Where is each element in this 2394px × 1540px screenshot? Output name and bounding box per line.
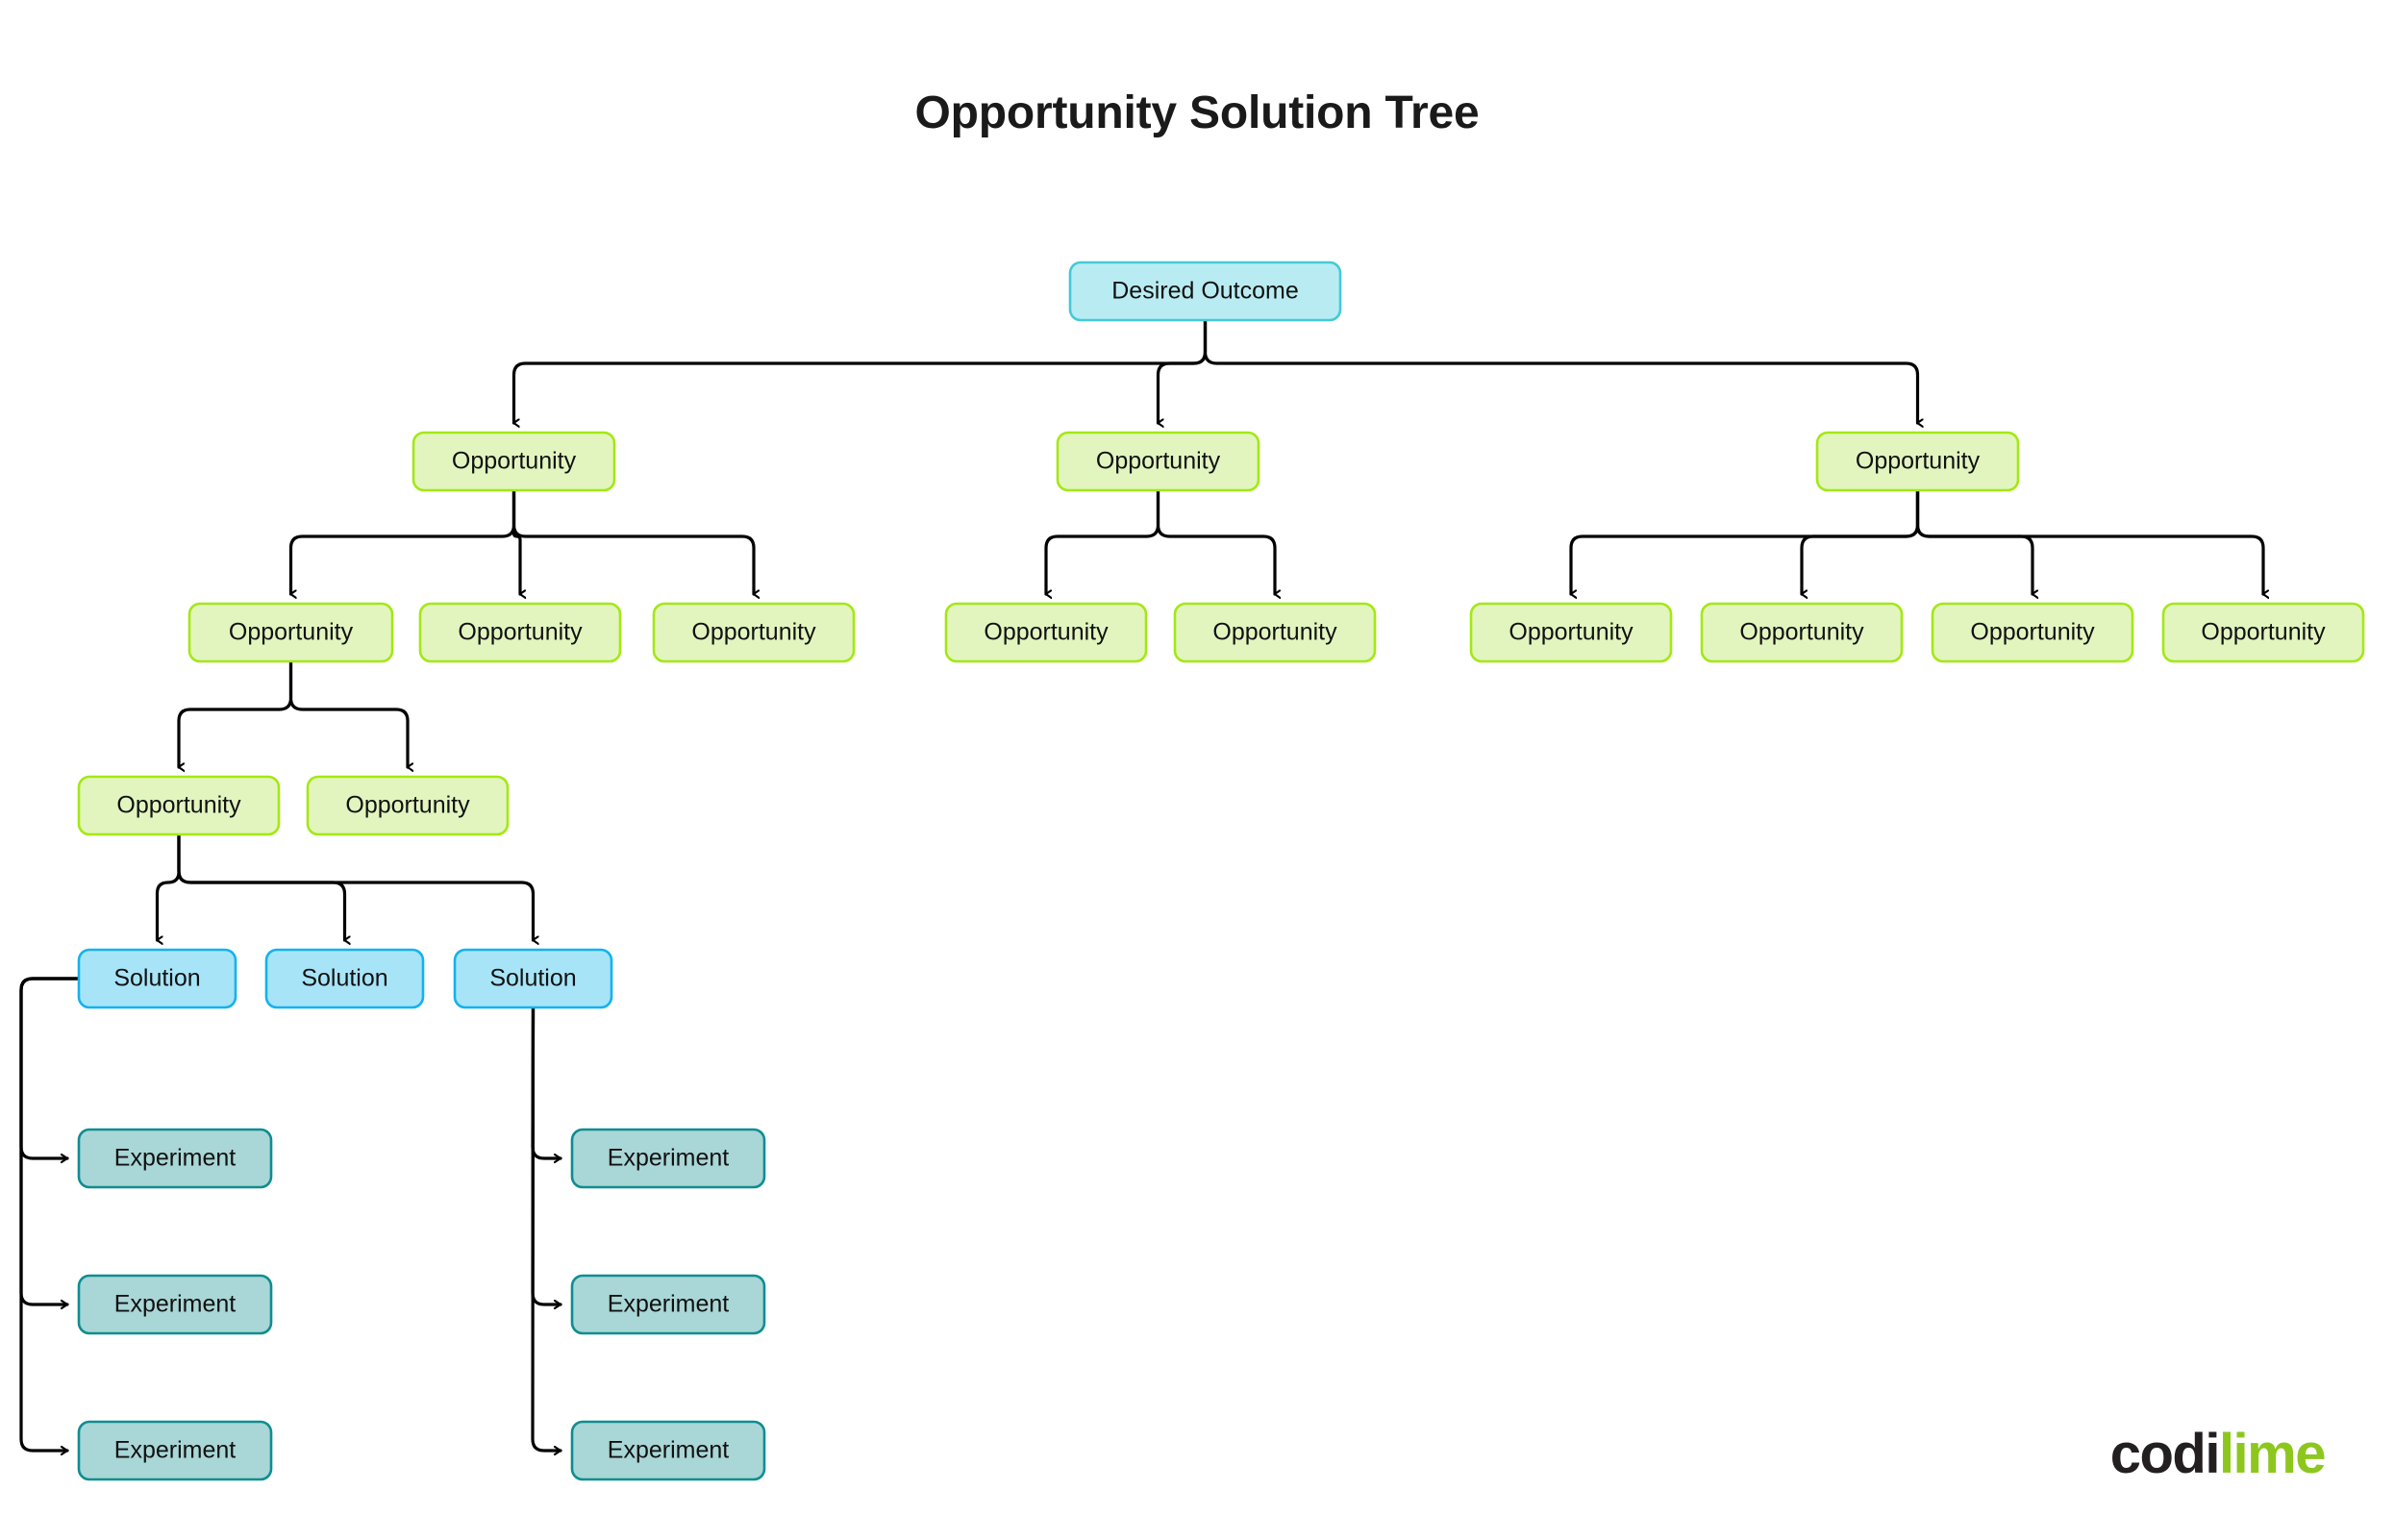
- connector-sol1-to-ex3: [19, 977, 81, 1451]
- connector-op2-to-op2b: [1156, 488, 1276, 594]
- node-solution-sol2[interactable]: Solution: [264, 948, 425, 1009]
- node-experiment-ex4[interactable]: Experiment: [570, 1128, 766, 1189]
- node-solution-sol1[interactable]: Solution: [77, 948, 237, 1009]
- connector-op1-to-op1a: [288, 488, 516, 594]
- node-label: Solution: [113, 965, 200, 992]
- node-outcome-outcome[interactable]: Desired Outcome: [1068, 261, 1342, 322]
- connector-op1a1-to-sol1: [155, 832, 181, 940]
- node-experiment-ex2[interactable]: Experiment: [77, 1274, 273, 1335]
- connector-sol3-to-ex6: [531, 1006, 562, 1451]
- node-opportunity-op2a[interactable]: Opportunity: [944, 602, 1148, 663]
- node-label: Opportunity: [116, 792, 241, 819]
- connector-op3-to-op3b: [1800, 488, 1920, 594]
- connector-op1a1-to-sol3: [177, 832, 534, 940]
- connector-outcome-to-op2: [1156, 318, 1208, 423]
- node-label: Opportunity: [1739, 619, 1864, 646]
- logo-text-lime: lime: [2218, 1423, 2327, 1485]
- connector-op3-to-op3d: [1915, 488, 2264, 594]
- logo-text-codi: codi: [2109, 1423, 2221, 1485]
- node-label: Solution: [301, 965, 387, 992]
- connector-op1a-to-op1a2: [288, 659, 409, 767]
- connector-op1a-to-op1a1: [177, 659, 293, 767]
- node-label: Opportunity: [229, 619, 354, 646]
- connector-sol1-to-ex1: [19, 977, 81, 1158]
- node-experiment-ex3[interactable]: Experiment: [77, 1420, 273, 1481]
- node-opportunity-op1a[interactable]: Opportunity: [187, 602, 394, 663]
- node-opportunity-op1[interactable]: Opportunity: [411, 431, 616, 492]
- node-label: Experiment: [114, 1291, 236, 1318]
- node-opportunity-op2[interactable]: Opportunity: [1056, 431, 1260, 492]
- connector-outcome-to-op3: [1203, 318, 1918, 423]
- node-opportunity-op3a[interactable]: Opportunity: [1469, 602, 1673, 663]
- node-label: Experiment: [114, 1437, 236, 1464]
- connector-op1a1-to-sol2: [177, 832, 345, 940]
- node-experiment-ex1[interactable]: Experiment: [77, 1128, 273, 1189]
- node-opportunity-op3d[interactable]: Opportunity: [2161, 602, 2365, 663]
- node-label: Opportunity: [458, 619, 583, 646]
- node-opportunity-op3c[interactable]: Opportunity: [1931, 602, 2134, 663]
- node-label: Opportunity: [1970, 619, 2095, 646]
- node-label: Opportunity: [1096, 448, 1221, 475]
- node-opportunity-op1a1[interactable]: Opportunity: [77, 775, 281, 836]
- node-label: Opportunity: [691, 619, 816, 646]
- node-label: Experiment: [608, 1291, 729, 1318]
- node-label: Solution: [489, 965, 576, 992]
- node-label: Opportunity: [345, 792, 470, 819]
- connector-op3-to-op3c: [1915, 488, 2033, 594]
- connector-op1-to-op1c: [511, 488, 755, 594]
- connector-sol3-to-ex4: [531, 1006, 562, 1158]
- diagram-canvas: Opportunity Solution Tree Desired Outcom…: [0, 0, 2394, 1540]
- node-opportunity-op1c[interactable]: Opportunity: [652, 602, 856, 663]
- codilime-logo: codilime: [2110, 1427, 2327, 1482]
- connector-sol1-to-ex2: [19, 977, 81, 1304]
- node-solution-sol3[interactable]: Solution: [453, 948, 613, 1009]
- node-label: Experiment: [114, 1145, 236, 1172]
- node-label: Opportunity: [452, 448, 577, 475]
- node-opportunity-op2b[interactable]: Opportunity: [1173, 602, 1377, 663]
- tree-diagram: Desired Outcome Opportunity Opportunity Opp…: [19, 261, 2365, 1481]
- node-label: Opportunity: [1509, 619, 1633, 646]
- node-opportunity-op1b[interactable]: Opportunity: [418, 602, 622, 663]
- node-label: Opportunity: [1212, 619, 1337, 646]
- node-label: Opportunity: [2201, 619, 2326, 646]
- node-label: Opportunity: [1856, 448, 1981, 475]
- node-label: Desired Outcome: [1111, 278, 1299, 305]
- node-experiment-ex5[interactable]: Experiment: [570, 1274, 766, 1335]
- node-opportunity-op3b[interactable]: Opportunity: [1700, 602, 1904, 663]
- nodes-layer: Desired Outcome Opportunity Opportunity Opp…: [77, 261, 2365, 1481]
- node-opportunity-op3[interactable]: Opportunity: [1815, 431, 2020, 492]
- node-opportunity-op1a2[interactable]: Opportunity: [306, 775, 510, 836]
- connector-op3-to-op3a: [1569, 488, 1920, 594]
- node-label: Experiment: [608, 1145, 729, 1172]
- node-label: Experiment: [608, 1437, 729, 1464]
- node-experiment-ex6[interactable]: Experiment: [570, 1420, 766, 1481]
- node-label: Opportunity: [984, 619, 1109, 646]
- connector-outcome-to-op1: [511, 318, 1208, 423]
- connector-op2-to-op2a: [1044, 488, 1160, 594]
